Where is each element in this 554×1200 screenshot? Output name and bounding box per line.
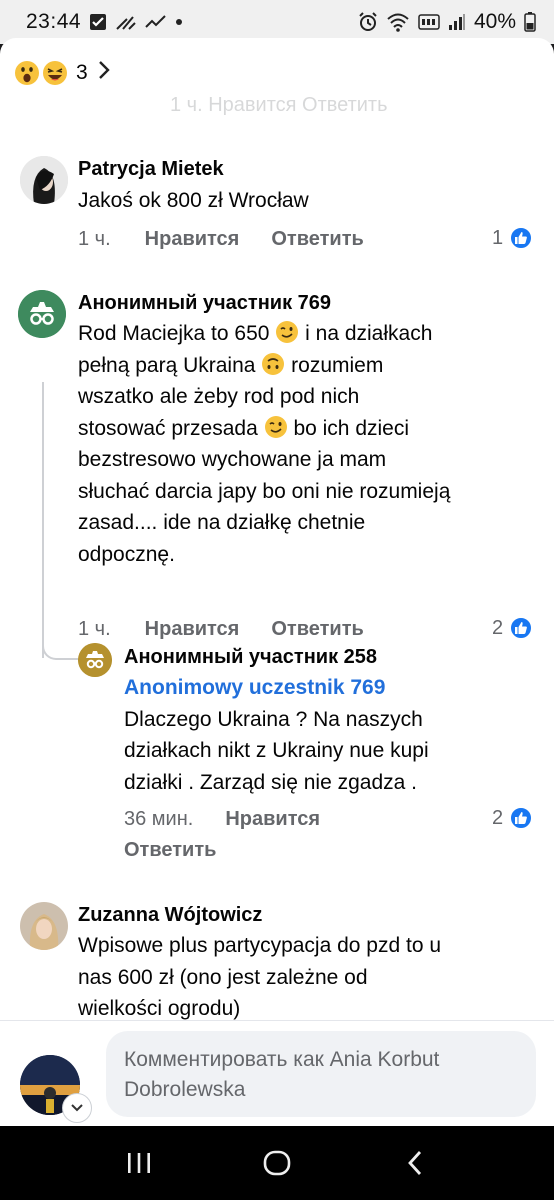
comment-time: 36 мин. — [124, 808, 194, 830]
likes-count: 2 — [492, 806, 504, 829]
comment-text: Jakoś ok 800 zł Wrocław — [78, 189, 309, 212]
reply-button[interactable]: Ответить — [271, 618, 363, 641]
comment-line: odpocznę. — [78, 542, 175, 566]
comment-time: 1 ч. — [78, 618, 111, 640]
reactions-summary[interactable]: 3 — [14, 60, 110, 86]
dot-notification-icon — [175, 18, 183, 26]
wow-reaction-icon — [14, 60, 40, 86]
comment-input[interactable]: Комментировать как Ania Korbut Dobrolews… — [106, 1031, 536, 1117]
thread-line — [42, 382, 44, 658]
haha-reaction-icon — [42, 60, 68, 86]
thread-connector — [42, 628, 78, 660]
home-button[interactable] — [247, 1133, 307, 1193]
anonymous-avatar[interactable] — [78, 643, 112, 677]
comment-author[interactable]: Анонимный участник 769 — [78, 292, 331, 315]
comment-input-placeholder: Комментировать как Ania Korbut — [124, 1048, 440, 1071]
thumbs-up-icon — [509, 226, 534, 250]
comment-input-placeholder: Dobrolewska — [124, 1078, 246, 1101]
comment-line: Dlaczego Ukraina ? Na naszych — [124, 707, 423, 731]
comment-text: Anonimowy uczestnik 769 Dlaczego Ukraina… — [124, 672, 544, 798]
comment-line: Rod Maciejka to 650 — [78, 322, 270, 345]
comment-line: wszatko ale żeby rod pod nich — [78, 385, 360, 408]
status-time: 23:44 — [26, 10, 82, 33]
reply-button[interactable]: Ответить — [124, 839, 216, 862]
comment-author[interactable]: Zuzanna Wójtowicz — [78, 904, 262, 927]
comment-likes[interactable]: 2 — [492, 806, 534, 830]
comment-line: zasad.... ide na działkę chetnie — [78, 511, 366, 534]
reactions-count: 3 — [76, 61, 88, 84]
like-button[interactable]: Нравится — [145, 228, 240, 251]
volte-icon — [418, 12, 440, 32]
avatar[interactable] — [20, 156, 68, 204]
chevron-right-icon — [98, 60, 110, 86]
wifi-icon — [386, 12, 410, 32]
checkbox-notification-icon — [89, 13, 107, 31]
comment-author[interactable]: Patrycja Mietek — [78, 158, 224, 181]
comment-line: działki . Zarząd się nie zgadza . — [124, 770, 417, 794]
comment-line: i na działkach — [305, 322, 433, 345]
battery-icon — [524, 12, 536, 32]
like-button[interactable]: Нравится — [145, 618, 240, 641]
anonymous-avatar[interactable] — [18, 290, 66, 338]
thumbs-up-icon — [509, 616, 534, 640]
comment-line: nas 600 zł (ono jest zależne od — [78, 965, 368, 989]
comment-line: bezstresowo wychowane ja mam — [78, 448, 387, 471]
comment-line: stosować przesada — [78, 416, 258, 440]
comment-text: Rod Maciejka to 650 i na działkach pełną… — [78, 318, 538, 570]
comment-likes[interactable]: 1 — [492, 226, 534, 250]
likes-count: 2 — [492, 616, 504, 639]
comment-line: bo ich dzieci — [293, 416, 410, 440]
comment-line: Wpisowe plus partycypacja do pzd to u — [78, 934, 442, 957]
comment-line: rozumiem — [291, 353, 384, 377]
broom-notification-icon — [115, 13, 137, 31]
alarm-icon — [358, 12, 378, 32]
comment-author[interactable]: Анонимный участник 258 — [124, 646, 377, 669]
comment-line: działkach nikt z Ukrainy nue kupi — [124, 739, 429, 762]
mention-link[interactable]: Anonimowy uczestnik 769 — [124, 672, 544, 704]
comment-time: 1 ч. — [78, 228, 111, 250]
wink-emoji-icon — [264, 415, 288, 439]
signal-icon — [448, 13, 466, 31]
thumbs-up-icon — [509, 806, 534, 830]
back-button[interactable] — [385, 1133, 445, 1193]
comment-likes[interactable]: 2 — [492, 616, 534, 640]
comment-line: pełną parą Ukraina — [78, 353, 256, 377]
chevron-down-icon[interactable] — [62, 1093, 92, 1123]
wink-emoji-icon — [275, 320, 299, 344]
faded-previous-meta: 1 ч. Нравится Ответить — [170, 94, 388, 116]
comment-line: słuchać darcia japy bo oni nie rozumieją — [78, 479, 451, 503]
like-button[interactable]: Нравится — [225, 808, 320, 831]
trend-notification-icon — [145, 13, 167, 31]
battery-percent: 40% — [473, 10, 516, 33]
reply-button[interactable]: Ответить — [271, 228, 363, 251]
avatar[interactable] — [20, 902, 68, 950]
upside-down-face-icon — [261, 352, 285, 376]
likes-count: 1 — [492, 226, 504, 249]
recent-apps-button[interactable] — [109, 1133, 169, 1193]
comment-composer: Комментировать как Ania Korbut Dobrolews… — [0, 1020, 554, 1126]
system-navigation-bar — [0, 1126, 554, 1200]
comments-sheet: 3 1 ч. Нравится Ответить Patrycja Mietek… — [0, 38, 554, 1126]
comment-text: Wpisowe plus partycypacja do pzd to u na… — [78, 930, 538, 1025]
